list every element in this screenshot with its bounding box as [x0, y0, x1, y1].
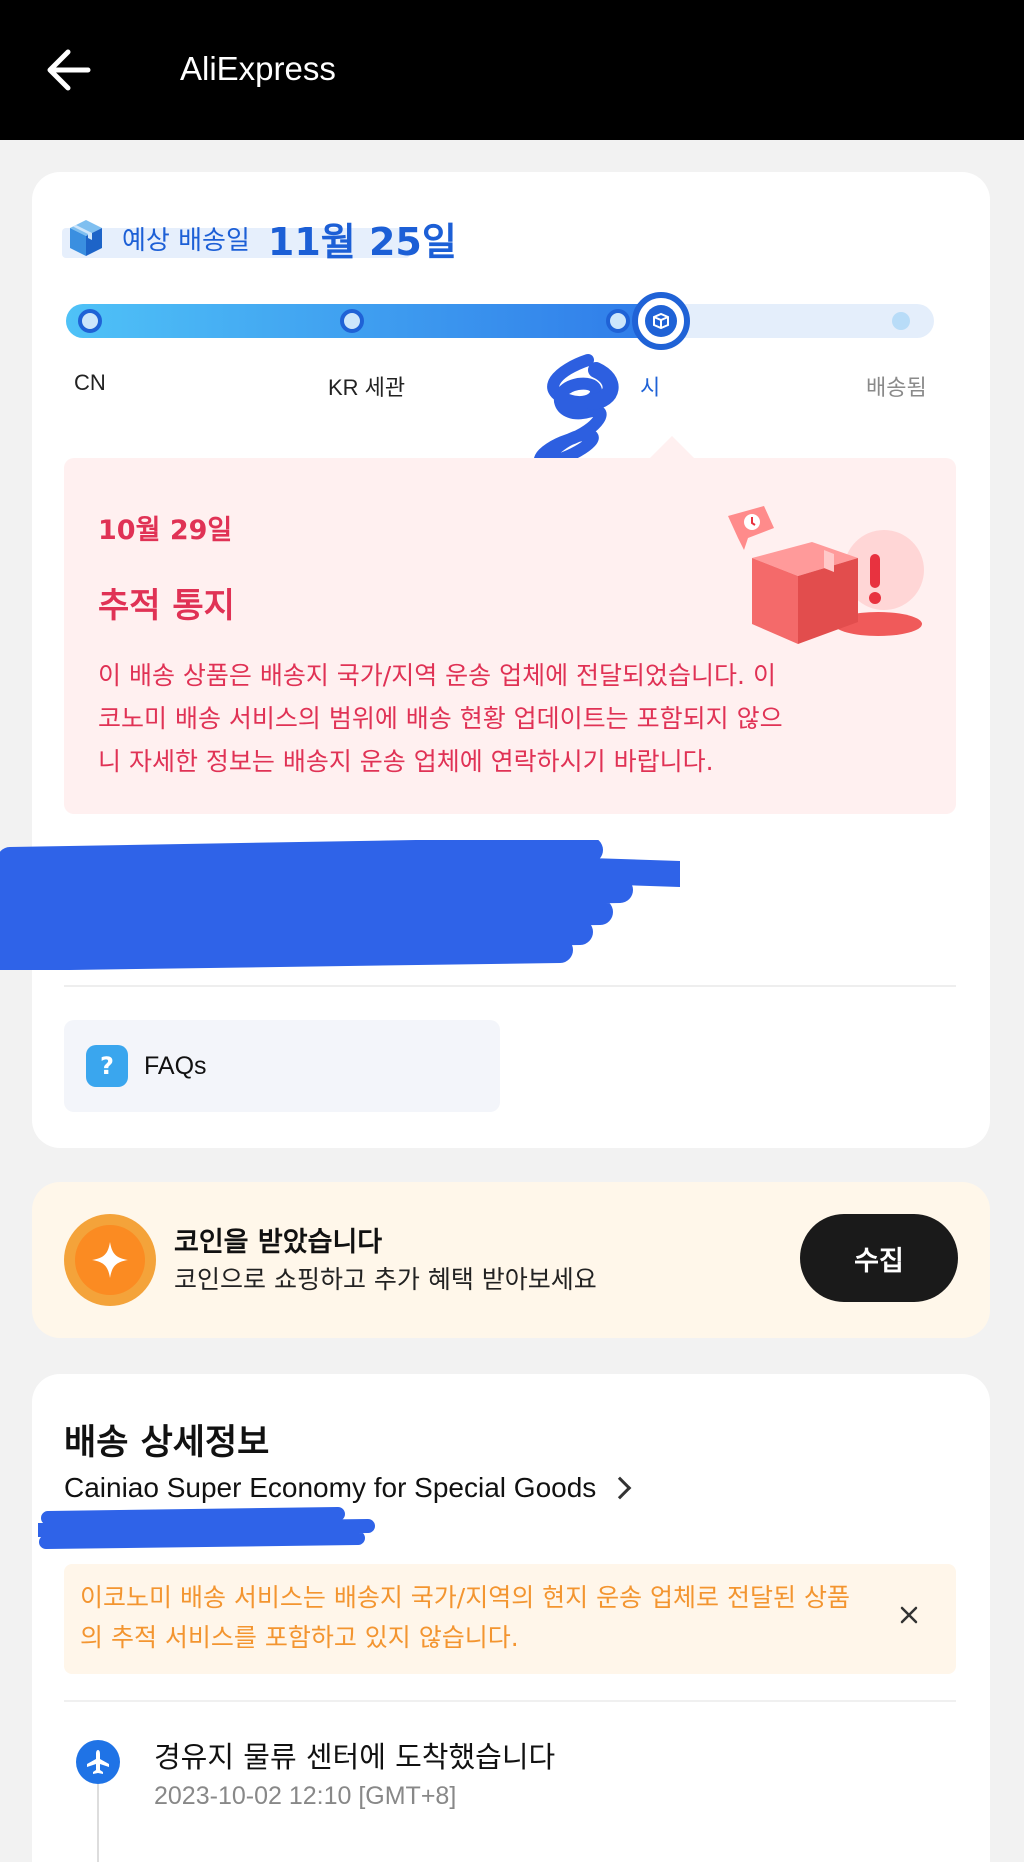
- estimated-delivery: 예상 배송일 11월 25일: [64, 214, 457, 264]
- step-dot-delivered: [892, 312, 910, 330]
- eta-date: 11월 25일: [267, 219, 457, 264]
- progress-fill: [66, 304, 662, 338]
- shipping-details-card: 배송 상세정보 Cainiao Super Economy for Specia…: [32, 1374, 990, 1862]
- coin-icon: [64, 1214, 156, 1306]
- redaction-block: [0, 840, 680, 970]
- faq-label: FAQs: [144, 1051, 207, 1080]
- current-step-marker: [632, 292, 690, 350]
- sparkle-icon: [92, 1242, 128, 1278]
- coin-title: 코인을 받았습니다: [174, 1227, 383, 1258]
- divider: [64, 985, 956, 987]
- package-icon: [70, 220, 102, 256]
- notice-date: 10월 29일: [98, 515, 233, 546]
- divider: [64, 1700, 956, 1702]
- event-title: 경유지 물류 센터에 도착했습니다: [154, 1740, 556, 1774]
- airplane-icon: [76, 1740, 120, 1784]
- economy-warning: 이코노미 배송 서비스는 배송지 국가/지역의 현지 운송 업체로 전달된 상품…: [64, 1564, 956, 1674]
- package-alert-icon: [728, 506, 924, 644]
- collect-button[interactable]: 수집: [800, 1214, 958, 1302]
- step-dot-cn: [78, 309, 102, 333]
- step-dot-customs: [340, 309, 364, 333]
- progress-track: [66, 292, 934, 350]
- coin-subtitle: 코인으로 쇼핑하고 추가 혜택 받아보세요: [174, 1265, 597, 1294]
- faq-button[interactable]: ? FAQs: [64, 1020, 500, 1112]
- carrier-link[interactable]: Cainiao Super Economy for Special Goods: [64, 1472, 632, 1504]
- current-step-box-icon: [653, 312, 669, 330]
- app-title: AliExpress: [180, 50, 336, 87]
- step-label-delivered: 배송됨: [866, 375, 927, 400]
- tracking-notice: 10월 29일 추적 통지 이 배송 상품은 배송지 국가/지역 운송 업체에 …: [64, 458, 956, 814]
- arrow-left-icon[interactable]: [40, 42, 100, 98]
- step-label-cn: CN: [74, 370, 106, 395]
- redaction-scribble: [522, 354, 619, 474]
- event-time: 2023-10-02 12:10 [GMT+8]: [154, 1782, 457, 1810]
- carrier-name: Cainiao Super Economy for Special Goods: [64, 1472, 597, 1503]
- notice-title: 추적 통지: [98, 586, 235, 626]
- redaction-tracking-number: [38, 1507, 375, 1549]
- notice-pointer: [650, 436, 694, 458]
- shipping-details-title: 배송 상세정보: [64, 1423, 270, 1463]
- eta-label: 예상 배송일: [122, 225, 250, 256]
- close-icon[interactable]: [894, 1600, 924, 1630]
- notice-body: 이 배송 상품은 배송지 국가/지역 운송 업체에 전달되었습니다. 이코노미 …: [98, 661, 783, 776]
- top-bar: AliExpress: [0, 0, 1024, 140]
- tracking-card: 예상 배송일 11월 25일 CN KR 세관 시 배송됨 10월 29일 추적…: [0, 172, 990, 1148]
- coins-card: 코인을 받았습니다 코인으로 쇼핑하고 추가 혜택 받아보세요 수집: [32, 1182, 990, 1338]
- warning-text: 이코노미 배송 서비스는 배송지 국가/지역의 현지 운송 업체로 전달된 상품…: [80, 1583, 850, 1652]
- timeline-line: [97, 1784, 99, 1862]
- step-label-customs: KR 세관: [328, 375, 406, 400]
- step-dot-previous: [606, 309, 630, 333]
- chevron-right-icon: [608, 1476, 632, 1500]
- question-icon: ?: [86, 1045, 128, 1087]
